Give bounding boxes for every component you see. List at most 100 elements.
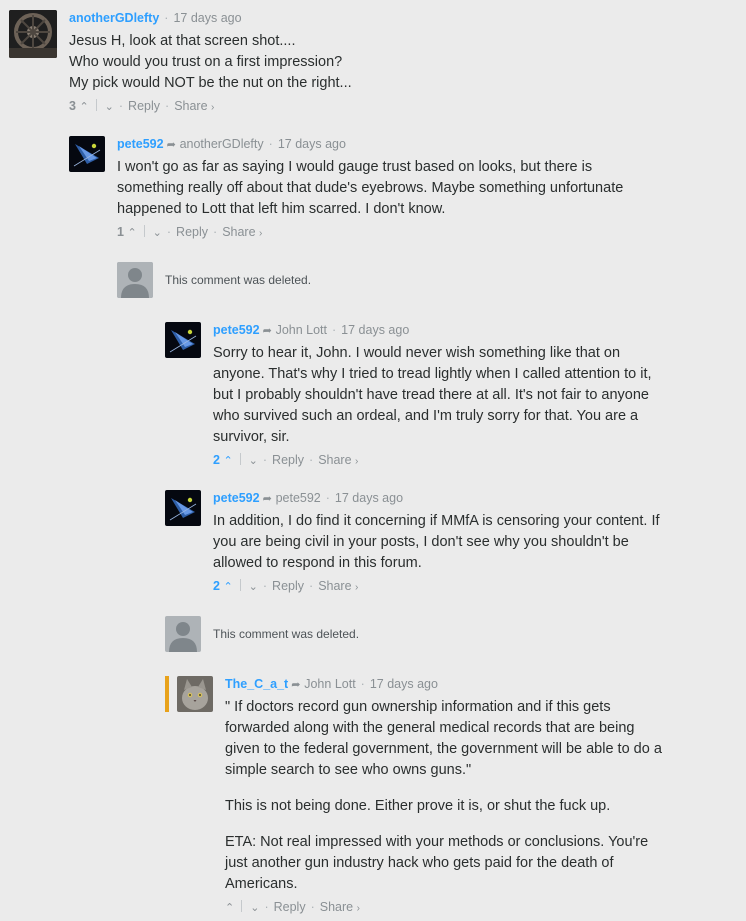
- reply-button[interactable]: Reply: [272, 453, 304, 467]
- ship-avatar-icon: [165, 490, 201, 526]
- comment-paragraph: This is not being done. Either prove it …: [225, 798, 611, 814]
- comment-line: Who would you trust on a first impressio…: [69, 54, 343, 70]
- downvote-icon[interactable]: ⌄: [105, 99, 114, 115]
- separator: ·: [309, 579, 314, 593]
- timestamp-link[interactable]: 17 days ago: [341, 323, 409, 337]
- share-chevron-icon[interactable]: ›: [259, 228, 262, 239]
- reply-button[interactable]: Reply: [128, 99, 160, 113]
- divider: [143, 225, 145, 237]
- comment-header: anotherGDlefty · 17 days ago: [69, 10, 709, 26]
- cat-avatar-icon: [177, 676, 213, 712]
- author-link[interactable]: The_C_a_t: [225, 677, 288, 691]
- avatar[interactable]: [165, 490, 201, 526]
- separator: ·: [325, 491, 330, 505]
- author-link[interactable]: anotherGDlefty: [69, 11, 159, 25]
- downvote-icon[interactable]: ⌄: [249, 579, 258, 595]
- separator: ·: [360, 677, 365, 691]
- author-link[interactable]: pete592: [117, 137, 164, 151]
- separator: ·: [262, 453, 268, 467]
- separator: ·: [164, 11, 169, 25]
- vote-count: 1: [117, 225, 124, 239]
- ship-avatar-icon: [69, 136, 105, 172]
- reply-arrow-icon: ➦: [291, 679, 301, 691]
- comment-footer: 1 ⌃ ⌄ · Reply · Share ›: [117, 224, 717, 242]
- separator: ·: [309, 453, 314, 467]
- highlight-bar: [165, 676, 169, 712]
- separator: ·: [166, 225, 172, 239]
- default-user-icon: [165, 616, 201, 652]
- comment-text: I won't go as far as saying I would gaug…: [117, 159, 624, 217]
- reply-arrow-icon: ➦: [166, 139, 176, 151]
- reply-button[interactable]: Reply: [272, 579, 304, 593]
- divider: [95, 99, 97, 111]
- reply-arrow-icon: ➦: [262, 325, 272, 337]
- parent-author-link[interactable]: anotherGDlefty: [180, 137, 264, 151]
- avatar[interactable]: [165, 322, 201, 358]
- comment-paragraph: ETA: Not real impressed with your method…: [225, 834, 649, 892]
- separator: ·: [268, 137, 273, 151]
- comment-footer: 2 ⌃ ⌄ · Reply · Share ›: [213, 578, 713, 596]
- upvote-icon[interactable]: ⌃: [223, 579, 232, 595]
- deleted-notice: This comment was deleted.: [165, 273, 312, 287]
- avatar: [117, 262, 153, 298]
- deleted-notice: This comment was deleted.: [213, 627, 360, 641]
- comment-footer: ⌃ ⌄ · Reply · Share ›: [225, 899, 725, 917]
- parent-author-link[interactable]: John Lott: [304, 677, 355, 691]
- upvote-icon[interactable]: ⌃: [79, 99, 88, 115]
- downvote-icon[interactable]: ⌄: [250, 900, 259, 916]
- parent-author-link[interactable]: John Lott: [276, 323, 327, 337]
- separator: ·: [262, 579, 268, 593]
- avatar[interactable]: [69, 136, 105, 172]
- upvote-icon[interactable]: ⌃: [127, 225, 136, 241]
- author-link[interactable]: pete592: [213, 491, 260, 505]
- vote-count: 2: [213, 453, 220, 467]
- downvote-icon[interactable]: ⌄: [249, 453, 258, 469]
- upvote-icon[interactable]: ⌃: [225, 900, 234, 916]
- divider: [239, 453, 241, 465]
- divider: [239, 579, 241, 591]
- avatar[interactable]: [177, 676, 213, 712]
- comment-footer: 2 ⌃ ⌄ · Reply · Share ›: [213, 452, 713, 470]
- separator: ·: [118, 99, 124, 113]
- separator: ·: [310, 900, 315, 914]
- separator: ·: [332, 323, 337, 337]
- vote-count: 3: [69, 99, 76, 113]
- share-button[interactable]: Share: [320, 900, 353, 914]
- avatar[interactable]: [9, 10, 57, 58]
- comment-text: Jesus H, look at that screen shot.... Wh…: [69, 31, 709, 94]
- share-chevron-icon[interactable]: ›: [355, 582, 358, 593]
- comment-header: pete592 ➦ pete592 · 17 days ago: [213, 490, 713, 506]
- comment-header: The_C_a_t ➦ John Lott · 17 days ago: [225, 676, 725, 692]
- comment-header: pete592 ➦ John Lott · 17 days ago: [213, 322, 713, 338]
- share-button[interactable]: Share: [174, 99, 207, 113]
- timestamp-link[interactable]: 17 days ago: [278, 137, 346, 151]
- comment-text: In addition, I do find it concerning if …: [213, 513, 660, 571]
- ship-avatar-icon: [165, 322, 201, 358]
- share-chevron-icon[interactable]: ›: [355, 456, 358, 467]
- separator: ·: [213, 225, 218, 239]
- parent-author-link[interactable]: pete592: [276, 491, 321, 505]
- author-link[interactable]: pete592: [213, 323, 260, 337]
- comment-line: Jesus H, look at that screen shot....: [69, 33, 296, 49]
- reply-button[interactable]: Reply: [274, 900, 306, 914]
- share-chevron-icon[interactable]: ›: [357, 903, 360, 914]
- downvote-icon[interactable]: ⌄: [153, 225, 162, 241]
- comment-footer: 3 ⌃ ⌄ · Reply · Share ›: [69, 98, 709, 116]
- comment-header: pete592 ➦ anotherGDlefty · 17 days ago: [117, 136, 717, 152]
- timestamp-link[interactable]: 17 days ago: [335, 491, 403, 505]
- comment-text: Sorry to hear it, John. I would never wi…: [213, 345, 652, 445]
- reply-arrow-icon: ➦: [262, 493, 272, 505]
- deleted-comment: This comment was deleted.: [117, 262, 517, 298]
- separator: ·: [165, 99, 170, 113]
- vote-count: 2: [213, 579, 220, 593]
- share-button[interactable]: Share: [318, 579, 351, 593]
- comment-paragraph: " If doctors record gun ownership inform…: [225, 699, 662, 778]
- timestamp-link[interactable]: 17 days ago: [370, 677, 438, 691]
- upvote-icon[interactable]: ⌃: [223, 453, 232, 469]
- share-button[interactable]: Share: [222, 225, 255, 239]
- default-user-icon: [117, 262, 153, 298]
- reply-button[interactable]: Reply: [176, 225, 208, 239]
- timestamp-link[interactable]: 17 days ago: [173, 11, 241, 25]
- share-button[interactable]: Share: [318, 453, 351, 467]
- share-chevron-icon[interactable]: ›: [211, 102, 214, 113]
